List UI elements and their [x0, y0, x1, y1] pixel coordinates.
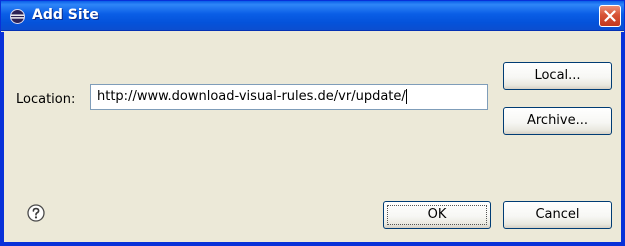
ok-button[interactable]: OK — [383, 201, 491, 229]
archive-button[interactable]: Archive... — [503, 107, 612, 135]
help-icon[interactable] — [27, 204, 45, 222]
location-input[interactable]: http://www.download-visual-rules.de/vr/u… — [90, 84, 488, 110]
local-button[interactable]: Local... — [503, 62, 612, 90]
cancel-button[interactable]: Cancel — [503, 201, 612, 229]
close-icon — [604, 10, 616, 22]
dialog-title: Add Site — [32, 7, 99, 23]
location-label: Location: — [16, 92, 76, 107]
eclipse-icon — [10, 9, 25, 24]
title-bar[interactable]: Add Site — [1, 1, 624, 31]
close-button[interactable] — [599, 5, 621, 27]
location-value: http://www.download-visual-rules.de/vr/u… — [97, 89, 406, 104]
add-site-dialog: Add Site Location: http://www.download-v… — [0, 0, 625, 246]
text-caret — [405, 89, 407, 104]
